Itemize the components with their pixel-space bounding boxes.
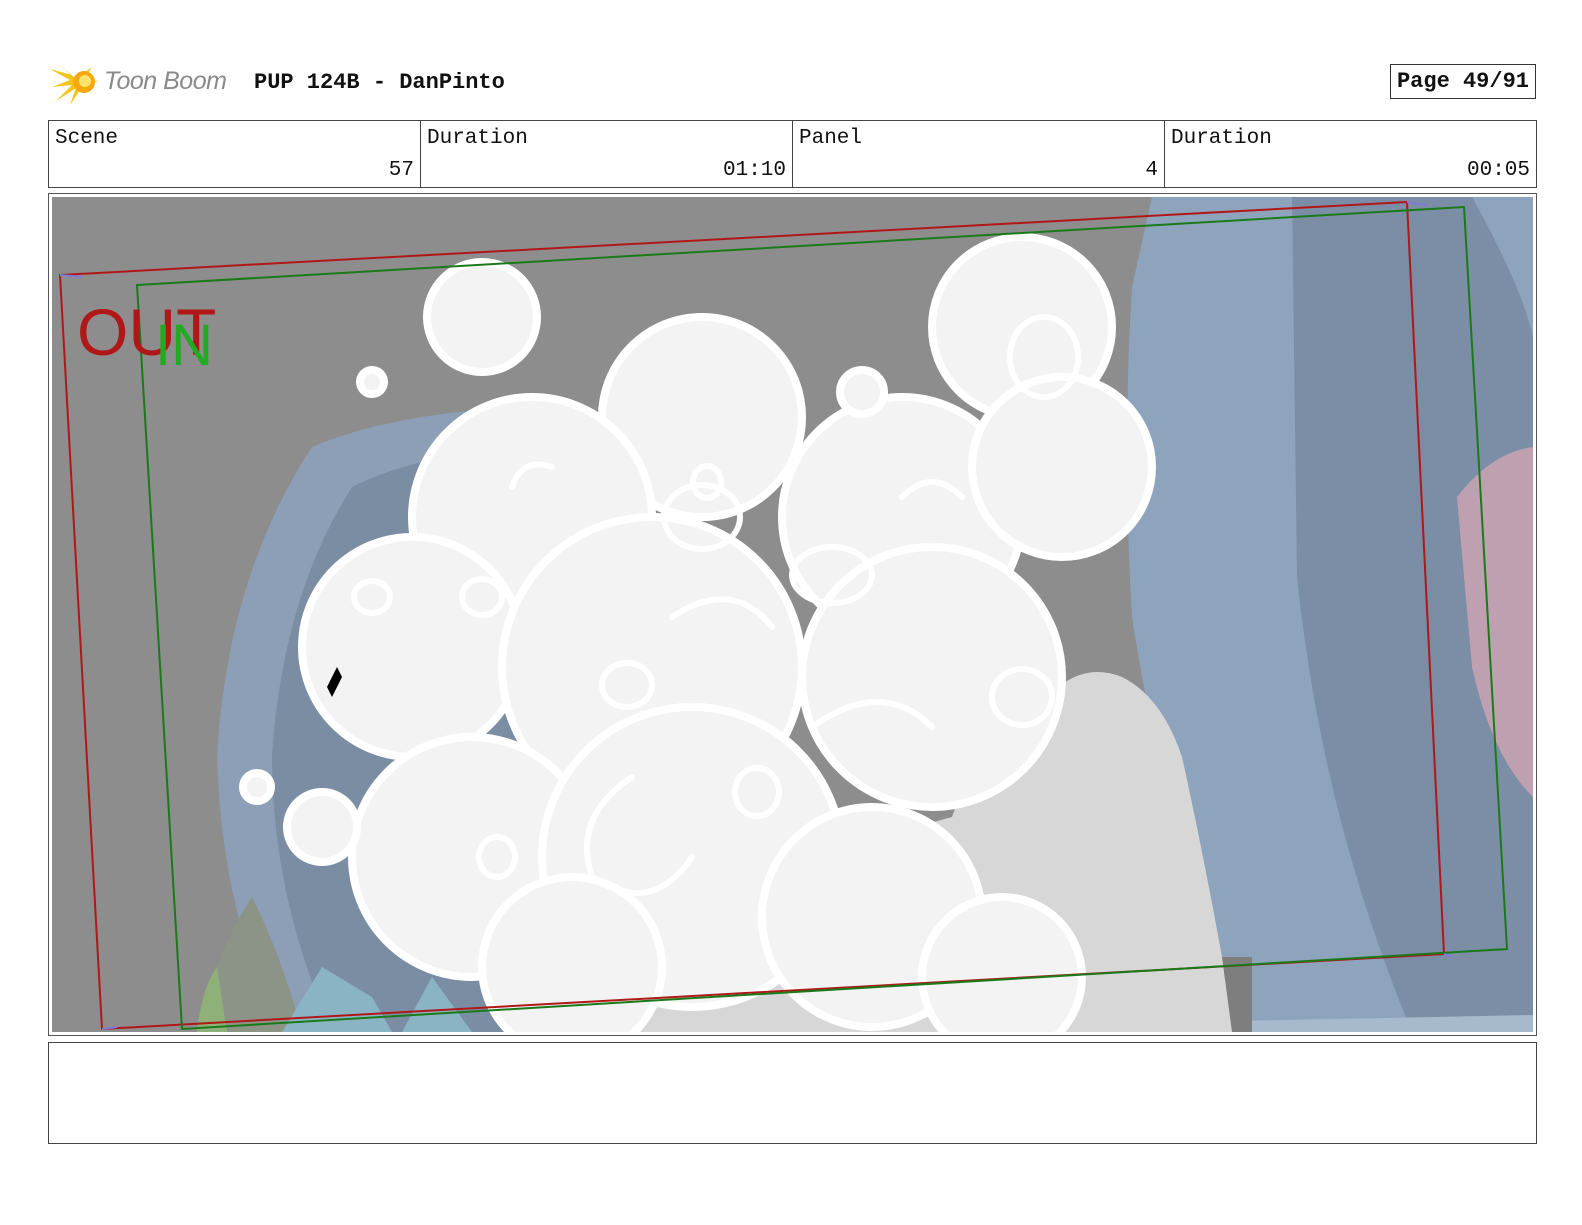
panel-duration-cell: Duration 00:05	[1165, 121, 1536, 187]
starburst-icon	[50, 59, 98, 105]
panel-drawing: OUT IN	[52, 197, 1533, 1032]
scene-duration-cell: Duration 01:10	[421, 121, 793, 187]
toon-boom-logo: Toon Boom	[50, 57, 240, 107]
panel-duration-label: Duration	[1171, 127, 1272, 150]
project-title: PUP 124B - DanPinto	[254, 70, 505, 95]
in-label: IN	[155, 313, 213, 378]
logo-text: Toon Boom	[104, 67, 227, 95]
page-header: Toon Boom PUP 124B - DanPinto Page 49/91	[50, 55, 1536, 109]
scene-duration-label: Duration	[427, 127, 528, 150]
scene-cell: Scene 57	[49, 121, 421, 187]
panel-duration-value: 00:05	[1466, 159, 1530, 182]
scene-duration-value: 01:10	[722, 159, 786, 182]
storyboard-panel: OUT IN	[48, 193, 1537, 1036]
action-notes-box	[48, 1042, 1537, 1144]
scene-info-table: Scene 57 Duration 01:10 Panel 4 Duration…	[48, 120, 1537, 188]
page-number: Page 49/91	[1389, 64, 1536, 99]
panel-value: 4	[1145, 159, 1158, 182]
panel-label: Panel	[799, 127, 863, 150]
panel-cell: Panel 4	[793, 121, 1165, 187]
panel-artwork: OUT IN	[52, 197, 1533, 1032]
scene-label: Scene	[55, 127, 119, 150]
scene-value: 57	[388, 159, 414, 182]
